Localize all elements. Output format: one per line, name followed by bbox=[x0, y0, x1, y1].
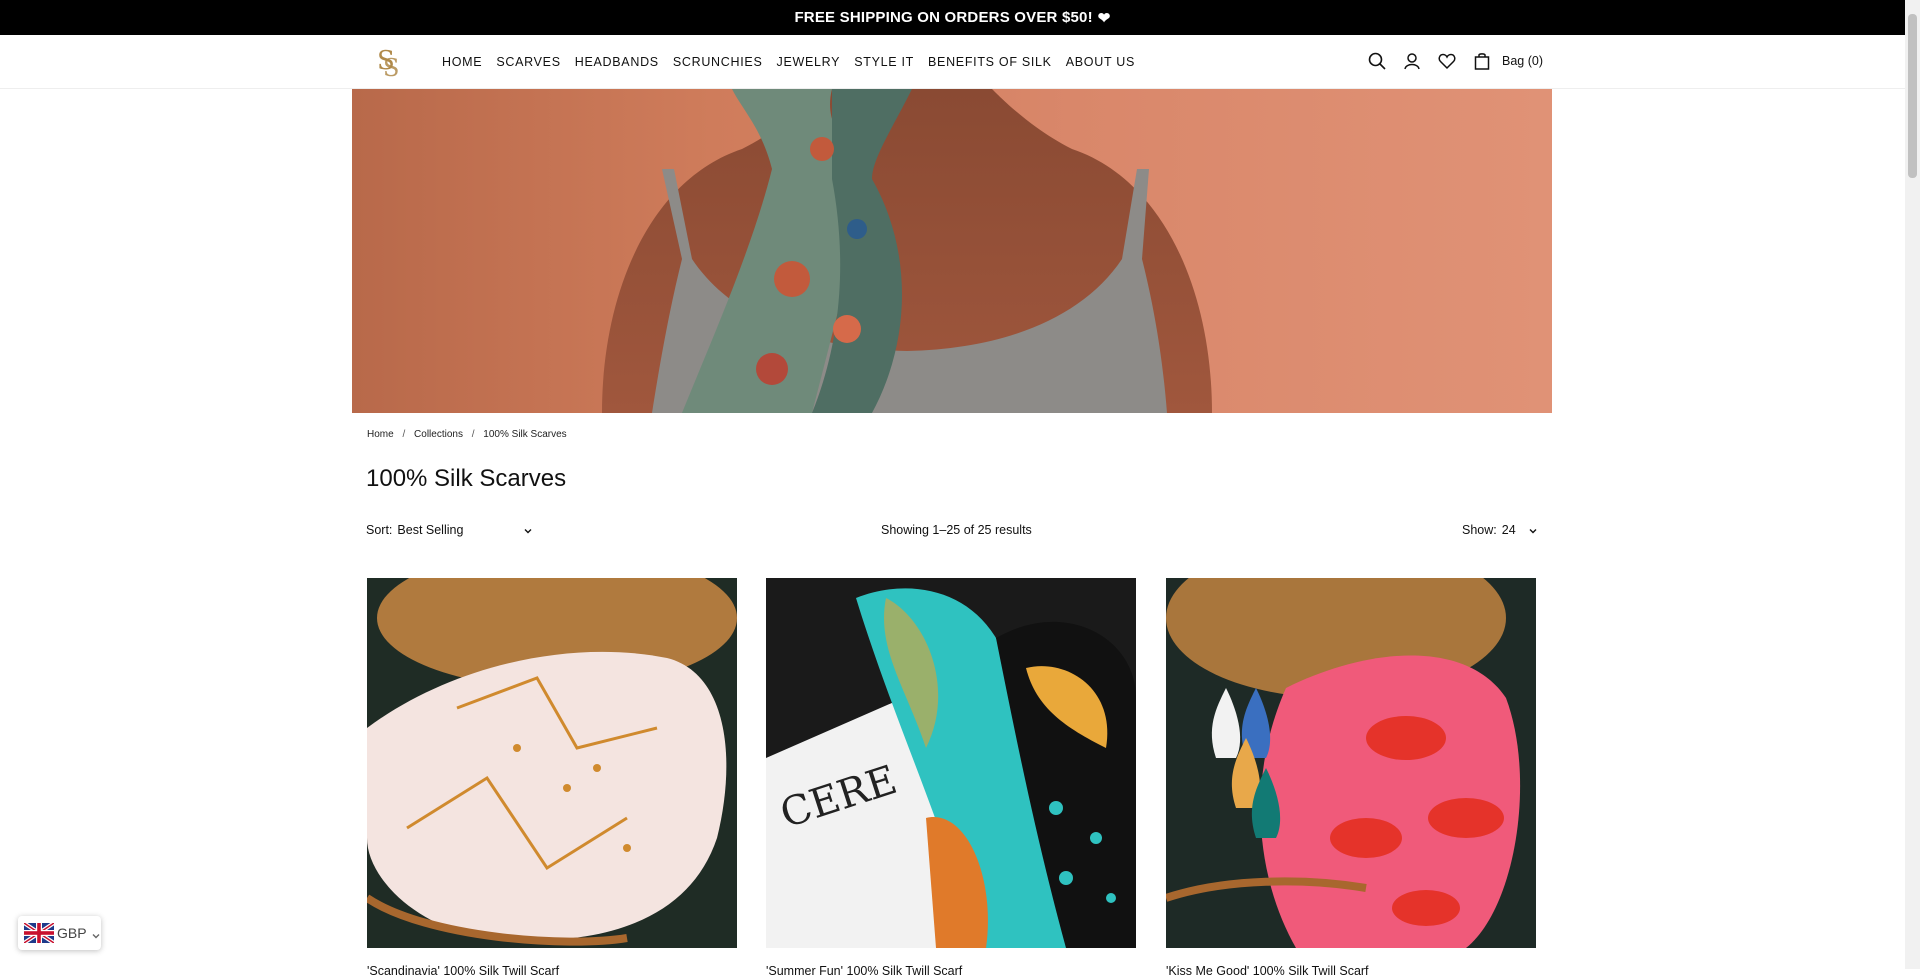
breadcrumb-separator: / bbox=[402, 429, 406, 440]
bag-icon[interactable] bbox=[1471, 50, 1493, 72]
wishlist-heart-icon[interactable] bbox=[1436, 50, 1458, 72]
nav-about-us[interactable]: ABOUT US bbox=[1066, 55, 1135, 69]
svg-text:S: S bbox=[383, 54, 399, 79]
product-title[interactable]: 'Kiss Me Good' 100% Silk Twill Scarf bbox=[1166, 964, 1536, 978]
breadcrumb-collections[interactable]: Collections bbox=[414, 429, 463, 440]
sort-dropdown[interactable]: Sort: Best Selling bbox=[366, 523, 533, 537]
main-nav: HOME SCARVES HEADBANDS SCRUNCHIES JEWELR… bbox=[442, 55, 1149, 69]
brand-logo[interactable]: S S bbox=[375, 43, 401, 82]
nav-scrunchies[interactable]: SCRUNCHIES bbox=[673, 55, 763, 69]
nav-home[interactable]: HOME bbox=[442, 55, 482, 69]
nav-scarves[interactable]: SCARVES bbox=[496, 55, 560, 69]
breadcrumb-home[interactable]: Home bbox=[367, 429, 394, 440]
product-card[interactable]: CERE 'Summer Fun' 100% Silk Twill Scarf bbox=[766, 578, 1136, 978]
chevron-down-icon[interactable] bbox=[523, 525, 533, 535]
bag-count-label[interactable]: Bag (0) bbox=[1502, 54, 1543, 68]
nav-benefits-of-silk[interactable]: BENEFITS OF SILK bbox=[928, 55, 1052, 69]
chevron-down-icon[interactable] bbox=[1528, 525, 1538, 535]
breadcrumb: Home / Collections / 100% Silk Scarves bbox=[367, 429, 567, 440]
user-icon[interactable] bbox=[1401, 50, 1423, 72]
scrollbar-thumb[interactable] bbox=[1908, 14, 1917, 178]
page-scrollbar[interactable] bbox=[1905, 0, 1920, 969]
nav-jewelry[interactable]: JEWELRY bbox=[777, 55, 841, 69]
site-header: S S HOME SCARVES HEADBANDS SCRUNCHIES JE… bbox=[0, 35, 1905, 89]
product-card[interactable]: 'Kiss Me Good' 100% Silk Twill Scarf bbox=[1166, 578, 1536, 978]
show-label: Show: bbox=[1462, 523, 1497, 537]
product-image[interactable]: CERE bbox=[766, 578, 1136, 948]
sort-label: Sort: bbox=[366, 523, 393, 537]
header-actions: Bag (0) bbox=[1366, 50, 1543, 72]
announcement-text: FREE SHIPPING ON ORDERS OVER $50! bbox=[794, 9, 1093, 26]
product-title[interactable]: 'Scandinavia' 100% Silk Twill Scarf bbox=[367, 964, 737, 978]
page-title: 100% Silk Scarves bbox=[366, 465, 567, 492]
product-image[interactable] bbox=[1166, 578, 1536, 948]
results-count: Showing 1–25 of 25 results bbox=[881, 523, 1032, 537]
show-per-page-dropdown[interactable]: Show: 24 bbox=[1462, 523, 1538, 537]
nav-style-it[interactable]: STYLE IT bbox=[854, 55, 914, 69]
nav-headbands[interactable]: HEADBANDS bbox=[575, 55, 659, 69]
search-icon[interactable] bbox=[1366, 50, 1388, 72]
chevron-down-icon[interactable] bbox=[91, 928, 101, 939]
currency-selector[interactable]: GBP bbox=[18, 916, 101, 950]
product-title[interactable]: 'Summer Fun' 100% Silk Twill Scarf bbox=[766, 964, 1136, 978]
currency-code[interactable]: GBP bbox=[57, 925, 87, 941]
product-image[interactable] bbox=[367, 578, 737, 948]
heart-icon: ❤ bbox=[1097, 9, 1111, 27]
sort-value[interactable]: Best Selling bbox=[397, 523, 463, 537]
breadcrumb-separator: / bbox=[471, 429, 475, 440]
breadcrumb-current: 100% Silk Scarves bbox=[483, 429, 567, 440]
uk-flag-icon bbox=[22, 921, 56, 945]
product-card[interactable]: 'Scandinavia' 100% Silk Twill Scarf bbox=[367, 578, 737, 978]
show-value[interactable]: 24 bbox=[1502, 523, 1516, 537]
hero-banner-image bbox=[352, 89, 1552, 413]
announcement-bar: FREE SHIPPING ON ORDERS OVER $50! ❤ bbox=[0, 0, 1905, 35]
